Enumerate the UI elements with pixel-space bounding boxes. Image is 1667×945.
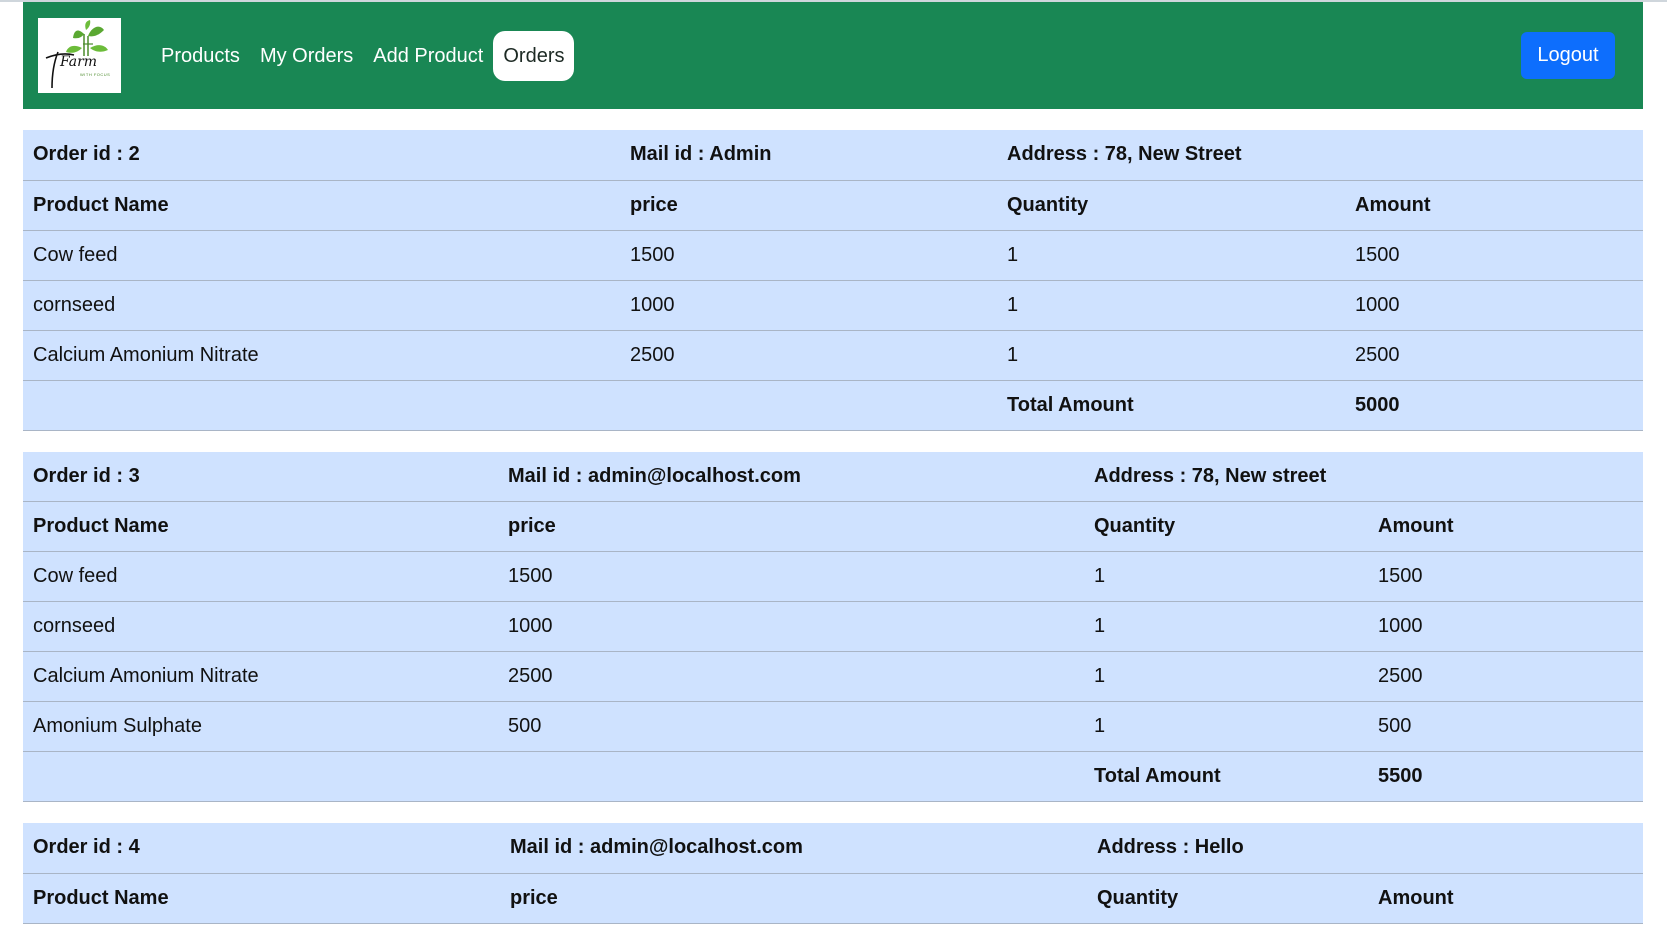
product-amount: 1000 [1345, 280, 1643, 331]
total-label: Total Amount [1084, 751, 1368, 802]
order-header-row: Order id : 3 Mail id : admin@localhost.c… [23, 451, 1644, 502]
product-amount: 1500 [1368, 551, 1644, 602]
order-mail: Mail id : admin@localhost.com [498, 451, 1084, 502]
col-quantity: Quantity [997, 180, 1345, 231]
total-row: Total Amount 5500 [23, 751, 1644, 802]
table-row: cornseed 1000 1 1000 [23, 601, 1644, 652]
product-amount: 1500 [1345, 230, 1643, 281]
order-header-row: Order id : 2 Mail id : Admin Address : 7… [23, 130, 1643, 181]
column-header-row: Product Name price Quantity Amount [23, 501, 1644, 552]
col-product-name: Product Name [23, 501, 498, 552]
col-product-name: Product Name [23, 873, 500, 924]
product-quantity: 1 [1084, 551, 1368, 602]
product-amount: 2500 [1345, 330, 1643, 381]
nav-link-my-orders[interactable]: My Orders [250, 31, 363, 81]
order-id: Order id : 4 [23, 823, 500, 874]
table-row: cornseed 1000 1 1000 [23, 280, 1643, 331]
table-row: Amonium Sulphate 500 1 500 [23, 701, 1644, 752]
col-amount: Amount [1345, 180, 1643, 231]
product-quantity: 1 [1084, 601, 1368, 652]
total-label: Total Amount [997, 380, 1345, 431]
nav-link-orders[interactable]: Orders [493, 30, 575, 81]
table-row: Calcium Amonium Nitrate 2500 1 2500 [23, 651, 1644, 702]
product-name: Cow feed [23, 551, 498, 602]
col-amount: Amount [1368, 501, 1644, 552]
product-amount: 500 [1368, 701, 1644, 752]
col-quantity: Quantity [1084, 501, 1368, 552]
order-table: Order id : 2 Mail id : Admin Address : 7… [23, 130, 1643, 431]
column-header-row: Product Name price Quantity Amount [23, 873, 1644, 924]
product-quantity: 1 [997, 280, 1345, 331]
product-price: 1500 [620, 230, 997, 281]
product-quantity: 1 [1084, 651, 1368, 702]
col-product-name: Product Name [23, 180, 620, 231]
product-price: 1000 [620, 280, 997, 331]
order-address: Address : 78, New street [1084, 451, 1644, 502]
product-amount: 2500 [1368, 651, 1644, 702]
product-amount: 1000 [1368, 601, 1644, 652]
table-row: Calcium Amonium Nitrate 2500 1 2500 [23, 330, 1643, 381]
order-table: Order id : 3 Mail id : admin@localhost.c… [23, 451, 1644, 802]
order-mail: Mail id : Admin [620, 130, 997, 181]
product-name: Calcium Amonium Nitrate [23, 651, 498, 702]
col-quantity: Quantity [1087, 873, 1368, 924]
total-row: Total Amount 5000 [23, 380, 1643, 431]
product-price: 500 [498, 701, 1084, 752]
col-amount: Amount [1368, 873, 1644, 924]
table-row: Cow feed 1500 1 1500 [23, 230, 1643, 281]
product-name: cornseed [23, 601, 498, 652]
orders-list: Order id : 2 Mail id : Admin Address : 7… [23, 130, 1644, 945]
brand-logo[interactable]: Farm WITH FOCUS [38, 18, 121, 93]
product-name: cornseed [23, 280, 620, 331]
product-price: 2500 [620, 330, 997, 381]
col-price: price [620, 180, 997, 231]
order-address: Address : 78, New Street [997, 130, 1643, 181]
product-quantity: 1 [1084, 701, 1368, 752]
order-address: Address : Hello [1087, 823, 1644, 874]
col-price: price [498, 501, 1084, 552]
table-row: Cow feed 1500 1 1500 [23, 551, 1644, 602]
product-name: Cow feed [23, 230, 620, 281]
order-mail: Mail id : admin@localhost.com [500, 823, 1087, 874]
product-quantity: 1 [997, 330, 1345, 381]
product-price: 2500 [498, 651, 1084, 702]
product-name: Amonium Sulphate [23, 701, 498, 752]
product-price: 1000 [498, 601, 1084, 652]
column-header-row: Product Name price Quantity Amount [23, 180, 1643, 231]
col-price: price [500, 873, 1087, 924]
navbar: Farm WITH FOCUS Products My Orders Add P… [23, 2, 1643, 109]
order-id: Order id : 2 [23, 130, 620, 181]
product-price: 1500 [498, 551, 1084, 602]
logo-subtext: WITH FOCUS [80, 72, 111, 77]
logout-button[interactable]: Logout [1521, 32, 1615, 79]
order-header-row: Order id : 4 Mail id : admin@localhost.c… [23, 823, 1644, 874]
total-value: 5000 [1345, 380, 1643, 431]
nav-link-add-product[interactable]: Add Product [363, 31, 493, 81]
order-id: Order id : 3 [23, 451, 498, 502]
product-quantity: 1 [997, 230, 1345, 281]
product-name: Calcium Amonium Nitrate [23, 330, 620, 381]
nav-link-products[interactable]: Products [151, 31, 250, 81]
total-value: 5500 [1368, 751, 1644, 802]
nav-links: Products My Orders Add Product Orders [151, 2, 575, 109]
logo-text: Farm [60, 54, 98, 70]
order-table: Order id : 4 Mail id : admin@localhost.c… [23, 823, 1644, 924]
